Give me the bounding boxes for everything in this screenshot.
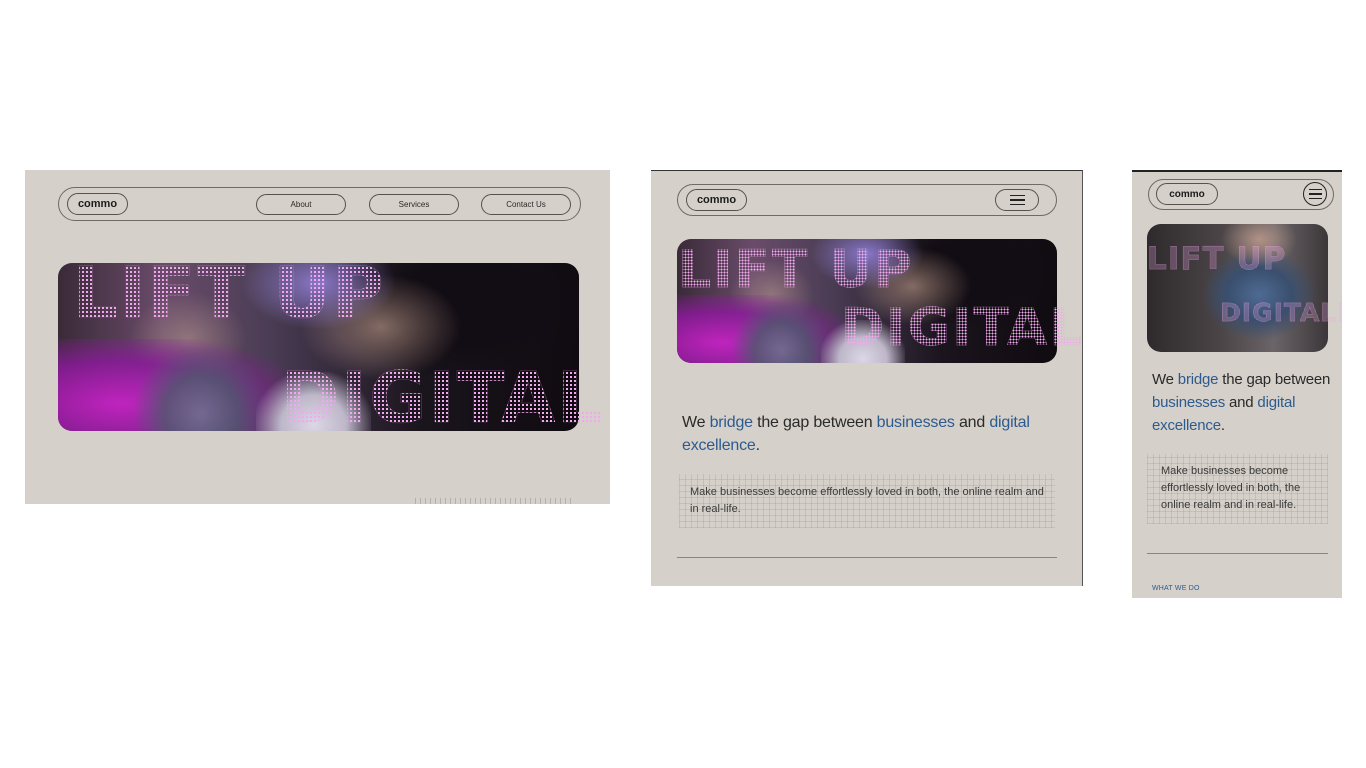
hero-title-line2: DIGITALLY xyxy=(841,302,1082,355)
mobile-preview: commo LIFT UP DIGITALLY We bridge the ga… xyxy=(1132,170,1342,598)
hamburger-menu-icon[interactable] xyxy=(995,189,1039,211)
intro-text-box: Make businesses become effortlessly love… xyxy=(679,474,1055,528)
hero-title-line2: DIGITALLY xyxy=(1220,300,1342,326)
hero-title-line1: LIFT UP xyxy=(678,240,914,300)
hero-title-line1: LIFT UP xyxy=(73,252,386,334)
logo-button[interactable]: commo xyxy=(67,193,128,215)
desktop-preview: commo About Services Contact Us LIFT UP … xyxy=(25,170,610,504)
hero-title-line2: DIGITALLY xyxy=(281,363,610,434)
intro-text-box: Make businesses become effortlessly love… xyxy=(1147,454,1328,524)
navbar: commo xyxy=(677,184,1057,216)
logo-button[interactable]: commo xyxy=(1156,183,1218,205)
divider xyxy=(1147,553,1328,554)
hero-title-line1: LIFT UP xyxy=(1147,241,1287,277)
headline: We bridge the gap between businesses and… xyxy=(682,414,1030,454)
logo-button[interactable]: commo xyxy=(686,189,747,211)
hamburger-menu-icon[interactable] xyxy=(1303,182,1327,206)
intro-text: Make businesses become effortlessly love… xyxy=(690,486,1044,515)
navbar: commo About Services Contact Us xyxy=(58,187,581,221)
what-we-do-link[interactable]: WHAT WE DO xyxy=(1152,585,1200,592)
divider xyxy=(677,557,1057,558)
nav-contact-button[interactable]: Contact Us xyxy=(481,194,571,215)
navbar: commo xyxy=(1148,179,1334,210)
tablet-preview: commo LIFT UP DIGITALLY We bridge the ga… xyxy=(651,170,1083,586)
intro-text: Make businesses become effortlessly love… xyxy=(1161,465,1301,511)
nav-services-button[interactable]: Services xyxy=(369,194,459,215)
decorative-ticks xyxy=(415,498,575,504)
nav-about-button[interactable]: About xyxy=(256,194,346,215)
headline: We bridge the gap between businesses and… xyxy=(1152,371,1331,434)
